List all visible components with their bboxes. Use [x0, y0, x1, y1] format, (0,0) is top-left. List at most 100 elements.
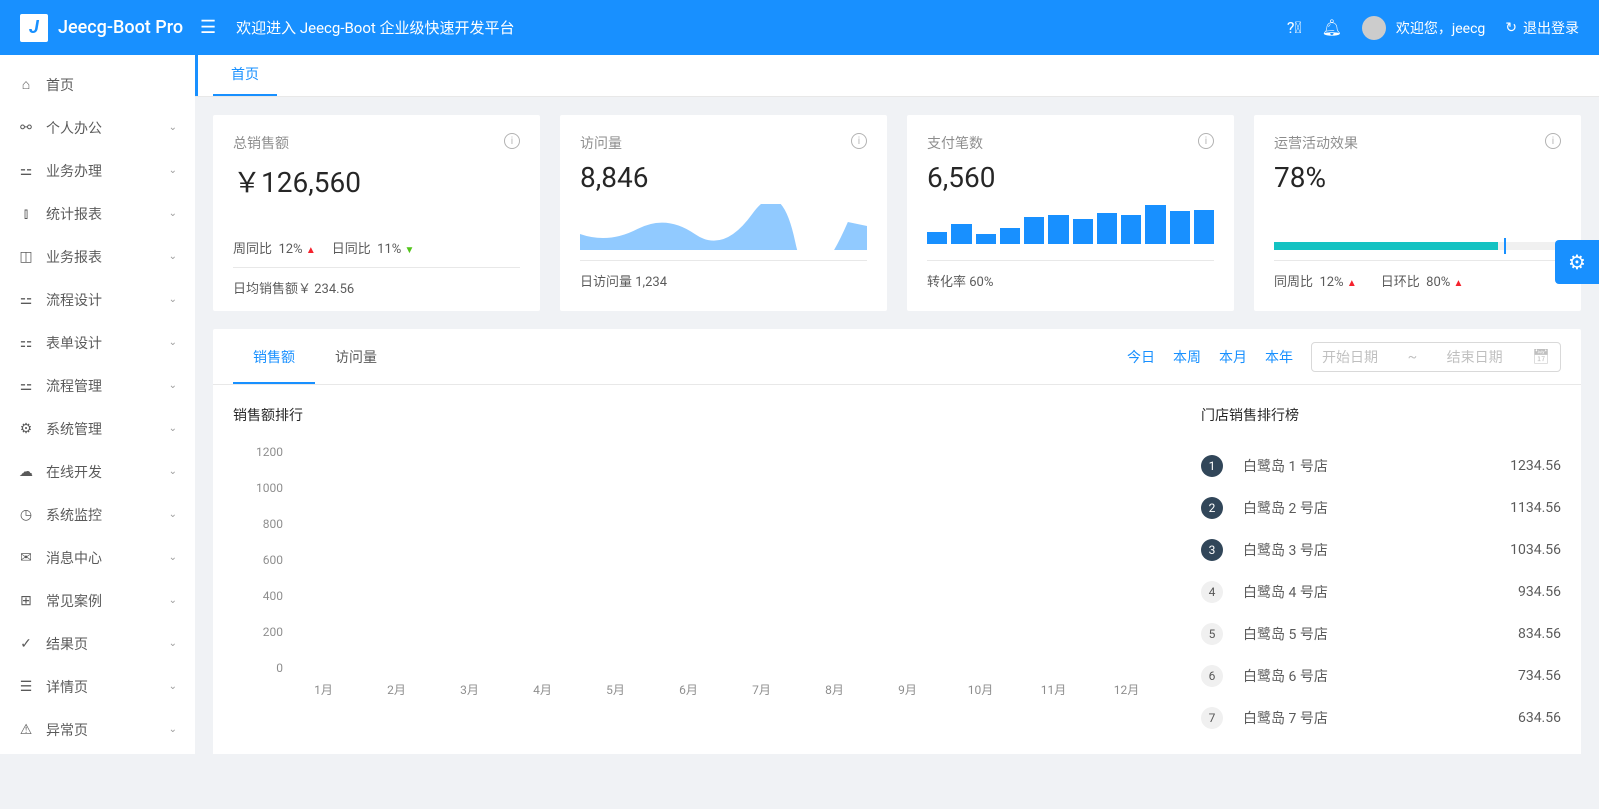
- chevron-down-icon: ⌄: [169, 294, 177, 305]
- menu-icon: ⚏: [18, 335, 34, 351]
- rank-name: 白鹭岛 5 号店: [1243, 624, 1518, 644]
- info-icon[interactable]: i: [851, 133, 867, 149]
- menu-icon: ⊞: [18, 593, 34, 609]
- date-start: 开始日期: [1322, 347, 1378, 367]
- user-greeting: 欢迎您，jeecg: [1396, 18, 1485, 38]
- time-link-2[interactable]: 本月: [1219, 347, 1247, 367]
- rank-item-7: 7白鹭岛 7 号店634.56: [1201, 697, 1561, 739]
- rank-list: 1白鹭岛 1 号店1234.562白鹭岛 2 号店1134.563白鹭岛 3 号…: [1201, 445, 1561, 739]
- sidebar-item-9[interactable]: ☁ 在线开发 ⌄: [0, 450, 195, 493]
- tabs-bar: 首页: [195, 55, 1599, 97]
- sidebar-item-15[interactable]: ⚠异常页⌄: [0, 708, 195, 751]
- avatar: [1362, 16, 1386, 40]
- stat-value: 8,846: [580, 161, 867, 194]
- menu-icon: ⚙: [18, 421, 34, 437]
- sidebar-item-11[interactable]: ✉消息中心⌄: [0, 536, 195, 579]
- time-link-0[interactable]: 今日: [1127, 347, 1155, 367]
- stat-card-3: 运营活动效果i78%同周比 12% ▲日环比 80% ▲: [1254, 115, 1581, 311]
- x-label: 11月: [1025, 681, 1082, 705]
- rank-val: 734.56: [1518, 668, 1561, 684]
- date-range-picker[interactable]: 开始日期 ~ 结束日期 📅︎: [1311, 342, 1561, 372]
- chevron-down-icon: ⌄: [169, 423, 177, 434]
- sidebar-item-5[interactable]: ⚍ 流程设计 ⌄: [0, 278, 195, 321]
- menu-label: 在线开发: [46, 462, 157, 482]
- y-axis: 120010008006004002000: [233, 445, 283, 675]
- info-icon[interactable]: i: [1545, 133, 1561, 149]
- rank-section: 门店销售排行榜 1白鹭岛 1 号店1234.562白鹭岛 2 号店1134.56…: [1201, 405, 1561, 739]
- logout-button[interactable]: ↻ 退出登录: [1505, 18, 1579, 38]
- time-link-1[interactable]: 本周: [1173, 347, 1201, 367]
- stat-meta: 周同比 12% ▲日同比 11% ▼: [233, 211, 520, 257]
- menu-icon: ◷: [18, 507, 34, 523]
- chevron-down-icon: ⌄: [169, 122, 177, 133]
- x-label: 2月: [368, 681, 425, 705]
- sidebar-item-7[interactable]: ⚍流程管理⌄: [0, 364, 195, 407]
- menu-icon: ⫾: [18, 206, 34, 222]
- bell-icon[interactable]: 🔔︎: [1322, 18, 1342, 37]
- stat-footer: 转化率 60%: [927, 260, 1214, 290]
- info-icon[interactable]: i: [1198, 133, 1214, 149]
- menu-label: 流程设计: [46, 290, 157, 310]
- settings-fab[interactable]: ⚙: [1555, 240, 1599, 284]
- menu-label: 异常页: [46, 720, 157, 740]
- x-label: 7月: [733, 681, 790, 705]
- rank-num: 1: [1201, 455, 1223, 477]
- panel-tab-0[interactable]: 销售额: [233, 330, 315, 384]
- stat-footer: 日访问量 1,234: [580, 260, 867, 290]
- chart-title: 销售额排行: [233, 405, 1161, 425]
- stats-row: 总销售额i￥126,560周同比 12% ▲日同比 11% ▼日均销售额￥ 23…: [195, 97, 1599, 329]
- time-link-3[interactable]: 本年: [1265, 347, 1293, 367]
- sidebar-item-14[interactable]: ☰详情页⌄: [0, 665, 195, 708]
- rank-name: 白鹭岛 3 号店: [1243, 540, 1510, 560]
- rank-val: 934.56: [1518, 584, 1561, 600]
- sidebar-item-12[interactable]: ⊞常见案例⌄: [0, 579, 195, 622]
- info-icon[interactable]: i: [504, 133, 520, 149]
- chevron-down-icon: ⌄: [169, 466, 177, 477]
- rank-val: 1034.56: [1510, 542, 1561, 558]
- sidebar-item-2[interactable]: ⚍业务办理⌄: [0, 149, 195, 192]
- menu-label: 业务报表: [46, 247, 157, 267]
- tab-home[interactable]: 首页: [213, 55, 277, 96]
- rank-name: 白鹭岛 7 号店: [1243, 708, 1518, 728]
- rank-name: 白鹭岛 6 号店: [1243, 666, 1518, 686]
- bar-chart: 120010008006004002000 1月2月3月4月5月6月7月8月9月…: [233, 445, 1161, 705]
- sidebar-item-6[interactable]: ⚏表单设计⌄: [0, 321, 195, 364]
- sidebar-item-4[interactable]: ◫业务报表⌄: [0, 235, 195, 278]
- rank-name: 白鹭岛 4 号店: [1243, 582, 1518, 602]
- sidebar-item-3[interactable]: ⫾统计报表⌄: [0, 192, 195, 235]
- logo-block[interactable]: J Jeecg-Boot Pro: [20, 14, 195, 42]
- stat-value: 6,560: [927, 161, 1214, 194]
- main-panel: 销售额访问量 今日本周本月本年 开始日期 ~ 结束日期 📅︎ 销售额排行 120…: [213, 329, 1581, 754]
- chevron-down-icon: ⌄: [169, 208, 177, 219]
- sidebar: ⌂首页⚯个人办公⌄⚍业务办理⌄⫾统计报表⌄◫业务报表⌄⚍流程设计⌄⚏表单设计⌄⚍…: [0, 55, 195, 754]
- logout-label: 退出登录: [1523, 18, 1579, 38]
- sidebar-item-10[interactable]: ◷系统监控⌄: [0, 493, 195, 536]
- stat-title: 访问量: [580, 133, 867, 153]
- panel-tab-1[interactable]: 访问量: [315, 330, 397, 384]
- menu-label: 详情页: [46, 677, 157, 697]
- content-area: 首页 总销售额i￥126,560周同比 12% ▲日同比 11% ▼日均销售额￥…: [195, 55, 1599, 754]
- collapse-menu-icon[interactable]: ☰: [200, 17, 216, 38]
- x-label: 9月: [879, 681, 936, 705]
- help-icon[interactable]: ?⃝: [1287, 18, 1302, 37]
- chevron-down-icon: ⌄: [169, 724, 177, 735]
- sidebar-item-1[interactable]: ⚯个人办公⌄: [0, 106, 195, 149]
- rank-num: 3: [1201, 539, 1223, 561]
- chevron-down-icon: ⌄: [169, 337, 177, 348]
- sidebar-item-8[interactable]: ⚙系统管理⌄: [0, 407, 195, 450]
- user-menu[interactable]: 欢迎您，jeecg: [1362, 16, 1485, 40]
- calendar-icon: 📅︎: [1532, 349, 1550, 365]
- sidebar-item-0[interactable]: ⌂首页: [0, 63, 195, 106]
- rank-num: 7: [1201, 707, 1223, 729]
- stat-title: 总销售额: [233, 133, 520, 153]
- menu-label: 个人办公: [46, 118, 157, 138]
- rank-name: 白鹭岛 2 号店: [1243, 498, 1510, 518]
- menu-icon: ⚍: [18, 292, 34, 308]
- sidebar-item-13[interactable]: ✓结果页⌄: [0, 622, 195, 665]
- rank-item-5: 5白鹭岛 5 号店834.56: [1201, 613, 1561, 655]
- chevron-down-icon: ⌄: [169, 165, 177, 176]
- stat-card-0: 总销售额i￥126,560周同比 12% ▲日同比 11% ▼日均销售额￥ 23…: [213, 115, 540, 311]
- stat-footer: 日均销售额￥ 234.56: [233, 267, 520, 297]
- menu-icon: ☁: [18, 464, 34, 480]
- x-label: 1月: [295, 681, 352, 705]
